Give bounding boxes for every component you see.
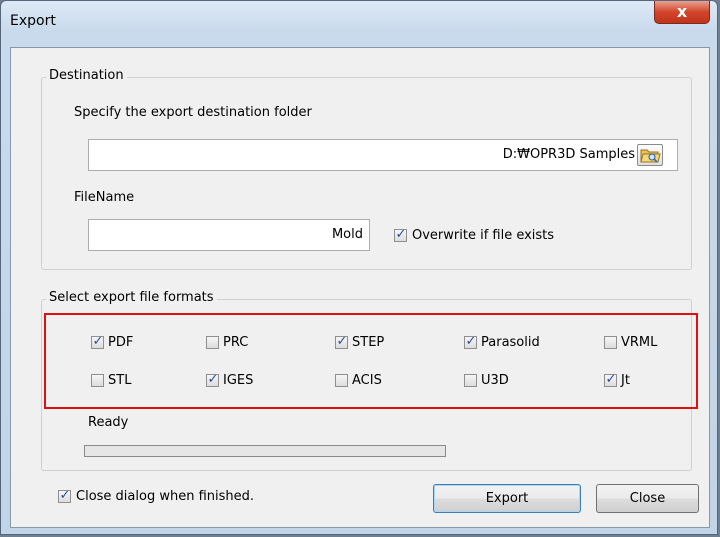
dialog-client-area: Destination Specify the export destinati…: [10, 47, 710, 528]
close-button[interactable]: Close: [596, 484, 699, 513]
overwrite-checkbox[interactable]: ✓: [394, 227, 407, 242]
checkmark-icon: ✓: [395, 227, 407, 242]
destination-legend: Destination: [46, 68, 127, 83]
folder-prompt-label: Specify the export destination folder: [74, 105, 312, 120]
format-label-parasolid: Parasolid: [481, 335, 540, 350]
format-checkbox-parasolid[interactable]: ✓: [464, 334, 477, 349]
format-label-acis: ACIS: [352, 373, 382, 388]
close-when-finished-label: Close dialog when finished.: [76, 489, 255, 504]
format-checkbox-iges[interactable]: ✓: [206, 372, 219, 387]
format-label-jt: Jt: [621, 373, 630, 388]
format-checkbox-jt[interactable]: ✓: [604, 372, 617, 387]
checkmark-icon: ✓: [92, 334, 104, 349]
format-label-prc: PRC: [223, 335, 249, 350]
export-progress-bar: [84, 445, 446, 457]
checkmark-icon: ✓: [465, 334, 477, 349]
formats-legend: Select export file formats: [46, 290, 217, 305]
format-checkbox-pdf[interactable]: ✓: [91, 334, 104, 349]
format-checkbox-prc[interactable]: [206, 336, 219, 349]
folder-open-icon: [640, 149, 661, 163]
format-label-iges: IGES: [223, 373, 254, 388]
format-checkbox-step[interactable]: ✓: [335, 334, 348, 349]
format-label-step: STEP: [352, 335, 385, 350]
format-checkbox-acis[interactable]: [335, 374, 348, 387]
format-checkbox-u3d[interactable]: [464, 374, 477, 387]
format-label-vrml: VRML: [621, 335, 658, 350]
format-label-u3d: U3D: [481, 373, 509, 388]
filename-input[interactable]: Mold: [88, 219, 370, 251]
checkmark-icon: ✓: [605, 372, 617, 387]
format-label-pdf: PDF: [108, 335, 134, 350]
format-checkbox-vrml[interactable]: [604, 336, 617, 349]
destination-folder-input[interactable]: D:₩OPR3D Samples: [88, 139, 678, 171]
export-dialog: Export x Destination Specify the export …: [0, 0, 718, 535]
close-window-button[interactable]: x: [654, 1, 710, 24]
close-when-finished-checkbox[interactable]: ✓: [58, 488, 71, 503]
checkmark-icon: ✓: [336, 334, 348, 349]
checkmark-icon: ✓: [207, 372, 219, 387]
window-title: Export: [10, 13, 56, 29]
overwrite-label: Overwrite if file exists: [412, 228, 555, 243]
format-checkbox-stl[interactable]: [91, 374, 104, 387]
filename-label: FileName: [74, 190, 135, 205]
export-button[interactable]: Export: [433, 484, 581, 513]
browse-folder-button[interactable]: [637, 144, 663, 166]
status-label: Ready: [88, 415, 129, 430]
format-label-stl: STL: [108, 373, 132, 388]
formats-highlight-box: [44, 313, 698, 409]
checkmark-icon: ✓: [59, 488, 71, 503]
